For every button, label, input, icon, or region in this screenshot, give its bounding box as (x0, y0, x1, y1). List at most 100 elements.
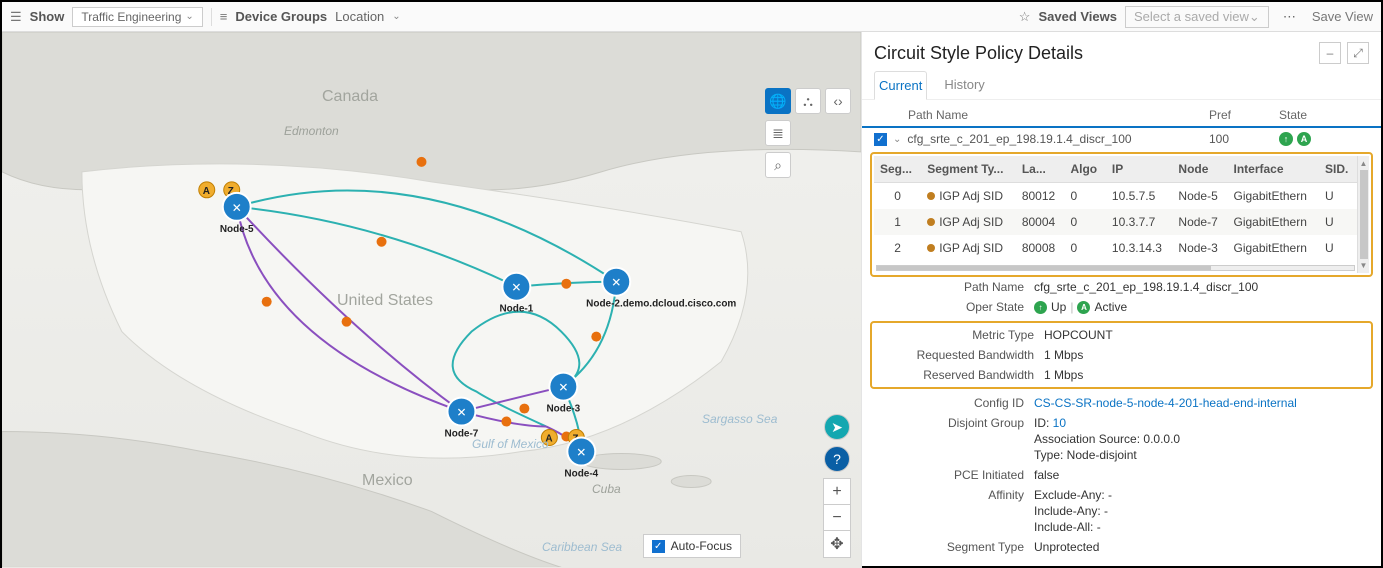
show-value: Traffic Engineering (81, 10, 181, 24)
map-node-5[interactable]: ✕ Node-5 (220, 193, 254, 235)
svg-text:Node-1: Node-1 (499, 304, 533, 315)
kv-pce: PCE Initiated false (862, 465, 1381, 485)
device-groups-label: Device Groups (235, 9, 327, 24)
map-node-3[interactable]: ✕ Node-3 (546, 373, 580, 415)
map-tool-column: 🌐 ⛬ ‹› ≣ ⌕ (765, 88, 851, 178)
segment-table-highlight: Seg... Segment Ty... La... Algo IP Node … (870, 152, 1373, 277)
svg-text:✕: ✕ (611, 276, 621, 290)
top-toolbar: ☰ Show Traffic Engineering ⌄ ≡ Device Gr… (2, 2, 1381, 32)
badge-a: A (199, 182, 215, 198)
horizontal-scrollbar[interactable] (876, 265, 1355, 271)
saved-views-placeholder: Select a saved view (1134, 9, 1249, 24)
svg-text:A: A (545, 434, 552, 445)
saved-views-label: Saved Views (1038, 9, 1117, 24)
details-pane: Circuit Style Policy Details – ⤢ Current… (861, 32, 1381, 568)
device-groups-value[interactable]: Location (335, 9, 384, 24)
details-tabs: Current History (862, 70, 1381, 100)
details-title: Circuit Style Policy Details (874, 43, 1083, 64)
table-row[interactable]: 0IGP Adj SID80012010.5.7.5Node-5GigabitE… (874, 183, 1357, 210)
filter-icon: ☰ (10, 9, 22, 25)
svg-text:✕: ✕ (456, 406, 466, 420)
up-icon: ↑ (1034, 301, 1047, 314)
up-icon: ↑ (1279, 132, 1293, 146)
show-label: Show (30, 9, 65, 24)
topology-view-button[interactable]: ⛬ (795, 88, 821, 114)
bookmark-icon: ☆ (1019, 9, 1031, 25)
kv-config-id: Config ID CS-CS-SR-node-5-node-4-201-hea… (862, 393, 1381, 413)
svg-text:Node-2.demo.dcloud.cisco.com: Node-2.demo.dcloud.cisco.com (586, 299, 736, 310)
zoom-in-button[interactable]: + (824, 479, 850, 505)
collapse-panel-button[interactable]: ‹› (825, 88, 851, 114)
path-row[interactable]: ✓ ⌄ cfg_srte_c_201_ep_198.19.1.4_discr_1… (862, 126, 1381, 152)
list-icon: ≡ (220, 9, 228, 24)
zoom-extent-button[interactable]: ✥ (824, 531, 850, 557)
table-row[interactable]: 1IGP Adj SID80004010.3.7.7Node-7GigabitE… (874, 209, 1357, 235)
bandwidth-highlight: Metric Type HOPCOUNT Requested Bandwidth… (870, 321, 1373, 389)
help-button[interactable]: ? (824, 446, 850, 472)
svg-text:Node-4: Node-4 (564, 468, 598, 479)
tab-history[interactable]: History (939, 70, 989, 99)
map-node-1[interactable]: ✕ Node-1 (499, 273, 533, 315)
svg-text:✕: ✕ (558, 381, 568, 395)
col-algo[interactable]: Algo (1064, 156, 1105, 183)
path-table-header: Path Name Pref State (862, 100, 1381, 126)
col-interface[interactable]: Interface (1227, 156, 1319, 183)
col-node[interactable]: Node (1172, 156, 1227, 183)
map-search-button[interactable]: ⌕ (765, 152, 791, 178)
svg-text:Node-7: Node-7 (445, 429, 479, 440)
path-state: ↑ A (1279, 132, 1369, 146)
table-row[interactable]: 2IGP Adj SID80008010.3.14.3Node-3Gigabit… (874, 235, 1357, 261)
kebab-menu[interactable]: ⋯ (1277, 9, 1304, 25)
vertical-scrollbar[interactable]: ▲▼ (1357, 156, 1369, 273)
svg-text:✕: ✕ (576, 446, 586, 460)
active-icon: A (1297, 132, 1311, 146)
zoom-out-button[interactable]: − (824, 505, 850, 531)
map-tool-column-bottom: ➤ ? + − ✥ (823, 414, 851, 558)
kv-metric: Metric Type HOPCOUNT (872, 325, 1371, 345)
col-state: State (1279, 108, 1369, 122)
path-pref: 100 (1209, 132, 1279, 146)
chevron-down-icon: ⌄ (185, 11, 193, 22)
expand-button[interactable]: ⤢ (1347, 42, 1369, 64)
map-pane[interactable]: Location Show: ✓ Participating Only IGP … (2, 32, 861, 568)
col-sid[interactable]: SID. (1319, 156, 1357, 183)
kv-req-bw: Requested Bandwidth 1 Mbps (872, 345, 1371, 365)
saved-views-dropdown[interactable]: Select a saved view ⌄ (1125, 6, 1269, 28)
kv-disjoint: Disjoint Group ID: 10 Association Source… (862, 413, 1381, 465)
kv-path-name: Path Name cfg_srte_c_201_ep_198.19.1.4_d… (862, 277, 1381, 297)
map-node-4[interactable]: ✕ Node-4 (564, 438, 598, 480)
navigate-button[interactable]: ➤ (824, 414, 850, 440)
svg-text:Node-5: Node-5 (220, 224, 254, 235)
save-view-button[interactable]: Save View (1312, 9, 1373, 24)
col-pref: Pref (1209, 108, 1279, 122)
globe-view-button[interactable]: 🌐 (765, 88, 791, 114)
kv-res-bw: Reserved Bandwidth 1 Mbps (872, 365, 1371, 385)
col-segment-type[interactable]: Segment Ty... (921, 156, 1016, 183)
col-seg[interactable]: Seg... (874, 156, 921, 183)
svg-text:Node-3: Node-3 (546, 404, 580, 415)
minimize-button[interactable]: – (1319, 42, 1341, 64)
disjoint-id-link[interactable]: 10 (1053, 416, 1066, 430)
map-node-7[interactable]: ✕ Node-7 (445, 398, 479, 440)
path-name: cfg_srte_c_201_ep_198.19.1.4_discr_100 (907, 132, 1209, 146)
col-ip[interactable]: IP (1106, 156, 1173, 183)
zoom-control: + − ✥ (823, 478, 851, 558)
kv-affinity: Affinity Exclude-Any: - Include-Any: - I… (862, 485, 1381, 537)
svg-text:A: A (203, 186, 210, 197)
chevron-down-icon: ⌄ (1249, 9, 1260, 25)
layers-button[interactable]: ≣ (765, 120, 791, 146)
segment-table: Seg... Segment Ty... La... Algo IP Node … (874, 156, 1357, 261)
active-icon: A (1077, 301, 1090, 314)
col-pathname: Path Name (874, 108, 1209, 122)
show-dropdown[interactable]: Traffic Engineering ⌄ (72, 7, 202, 27)
kv-segment-type: Segment Type Unprotected (862, 537, 1381, 557)
autofocus-toggle[interactable]: ✓ Auto-Focus (643, 534, 741, 558)
expand-toggle[interactable]: ⌄ (893, 134, 901, 145)
svg-text:✕: ✕ (232, 201, 242, 215)
separator (211, 8, 212, 26)
chevron-down-icon[interactable]: ⌄ (392, 11, 400, 22)
tab-current[interactable]: Current (874, 71, 927, 100)
kv-oper-state: Oper State ↑ Up | A Active (862, 297, 1381, 317)
col-la[interactable]: La... (1016, 156, 1065, 183)
path-checkbox[interactable]: ✓ (874, 133, 887, 146)
